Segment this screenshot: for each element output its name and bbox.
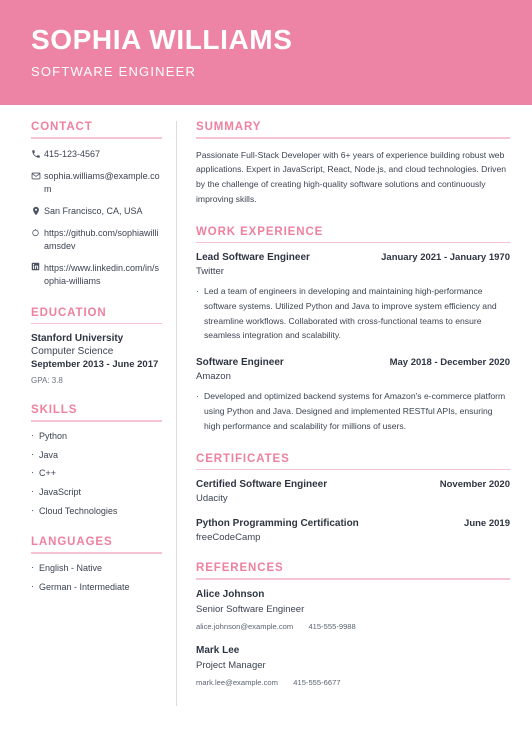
contact-item-location[interactable]: San Francisco, CA, USA: [31, 205, 162, 218]
work-entry-points: Developed and optimized backend systems …: [196, 389, 510, 433]
work-entry-company: Twitter: [196, 266, 224, 278]
work-experience-heading: WORK EXPERIENCE: [196, 225, 324, 238]
list-item: Developed and optimized backend systems …: [196, 389, 510, 433]
contact-item-email[interactable]: sophia.williams@example.com: [31, 170, 162, 196]
reference-role: Senior Software Engineer: [196, 603, 305, 615]
certificate-issuer: Udacity: [196, 493, 228, 505]
contact-item-linkedin[interactable]: https://www.linkedin.com/in/sophia-willi…: [31, 262, 162, 288]
contact-item-phone[interactable]: 415-123-4567: [31, 148, 162, 161]
list-item: Java: [31, 449, 162, 462]
reference-name: Mark Lee: [196, 644, 240, 656]
reference-phone[interactable]: 415-555-9988: [308, 622, 355, 631]
work-entry-date: May 2018 - December 2020: [389, 357, 510, 369]
education-section: EDUCATION Stanford University Computer S…: [31, 306, 162, 386]
languages-heading: LANGUAGES: [31, 536, 113, 549]
list-item: Led a team of engineers in developing an…: [196, 284, 510, 343]
certificate-date: June 2019: [464, 518, 510, 530]
reference-phone[interactable]: 415-555-6677: [293, 678, 340, 687]
work-experience-section: WORK EXPERIENCE Lead Software Engineer J…: [196, 226, 510, 434]
list-item: German - Intermediate: [31, 581, 162, 594]
list-item: Python: [31, 430, 162, 443]
github-icon: [31, 227, 44, 237]
resume-header-banner: SOPHIA WILLIAMS SOFTWARE ENGINEER: [0, 0, 532, 105]
education-dates: September 2013 - June 2017: [31, 359, 159, 371]
reference-entry: Alice Johnson Senior Software Engineer a…: [196, 589, 510, 631]
reference-email[interactable]: mark.lee@example.com: [196, 678, 278, 687]
certificate-entry-head: Certified Software Engineer November 202…: [196, 479, 510, 490]
certificate-issuer: freeCodeCamp: [196, 532, 261, 544]
references-section: REFERENCES Alice Johnson Senior Software…: [196, 562, 510, 687]
contact-linkedin-value: https://www.linkedin.com/in/sophia-willi…: [44, 262, 160, 286]
certificate-name: Python Programming Certification: [196, 518, 359, 530]
list-item: JavaScript: [31, 486, 162, 499]
resume-body: CONTACT 415-123-4567 sophia.williams@exa…: [0, 105, 532, 706]
contact-phone-value: 415-123-4567: [44, 148, 101, 159]
summary-section: SUMMARY Passionate Full-Stack Developer …: [196, 121, 510, 207]
contact-github-value: https://github.com/sophiawilliamsdev: [44, 227, 159, 251]
list-item: Cloud Technologies: [31, 505, 162, 518]
linkedin-icon: [31, 262, 44, 271]
contact-section: CONTACT 415-123-4567 sophia.williams@exa…: [31, 121, 162, 288]
certificate-entry: Certified Software Engineer November 202…: [196, 479, 510, 504]
certificates-heading: CERTIFICATES: [196, 452, 290, 465]
certificates-section: CERTIFICATES Certified Software Engineer…: [196, 452, 510, 543]
work-entry-date: January 2021 - January 1970: [381, 252, 510, 264]
candidate-job-title: SOFTWARE ENGINEER: [31, 64, 197, 80]
envelope-icon: [31, 170, 44, 181]
education-school: Stanford University: [31, 333, 124, 345]
candidate-name: SOPHIA WILLIAMS: [31, 24, 293, 56]
work-entry-head: Software Engineer May 2018 - December 20…: [196, 357, 510, 368]
contact-item-github[interactable]: https://github.com/sophiawilliamsdev: [31, 227, 162, 253]
work-entry-head: Lead Software Engineer January 2021 - Ja…: [196, 252, 510, 263]
summary-text: Passionate Full-Stack Developer with 6+ …: [196, 149, 507, 204]
contact-email-value: sophia.williams@example.com: [44, 170, 160, 194]
reference-contact: alice.johnson@example.com 415-555-9988: [196, 622, 510, 631]
certificate-entry: Python Programming Certification June 20…: [196, 518, 510, 543]
reference-entry: Mark Lee Project Manager mark.lee@exampl…: [196, 645, 510, 687]
work-entry-role: Lead Software Engineer: [196, 252, 310, 264]
work-entry: Software Engineer May 2018 - December 20…: [196, 357, 510, 433]
location-pin-icon: [31, 205, 44, 216]
contact-location-value: San Francisco, CA, USA: [44, 205, 143, 216]
references-heading: REFERENCES: [196, 562, 284, 575]
resume-page: SOPHIA WILLIAMS SOFTWARE ENGINEER CONTAC…: [0, 0, 532, 752]
education-gpa: GPA: 3.8: [31, 376, 63, 386]
work-entry-points: Led a team of engineers in developing an…: [196, 284, 510, 343]
education-heading-rule: [31, 322, 162, 325]
certificates-heading-rule: [196, 468, 510, 471]
reference-role: Project Manager: [196, 659, 266, 671]
reference-email[interactable]: alice.johnson@example.com: [196, 622, 293, 631]
phone-icon: [31, 148, 44, 159]
list-item: English - Native: [31, 562, 162, 575]
certificate-date: November 2020: [439, 479, 510, 491]
summary-heading-rule: [196, 137, 510, 139]
education-heading: EDUCATION: [31, 306, 107, 319]
work-experience-heading-rule: [196, 241, 510, 244]
skills-heading-rule: [31, 420, 162, 422]
references-heading-rule: [196, 578, 510, 580]
reference-contact: mark.lee@example.com 415-555-6677: [196, 678, 510, 687]
work-entry-role: Software Engineer: [196, 357, 284, 369]
languages-heading-rule: [31, 552, 162, 554]
summary-heading: SUMMARY: [196, 121, 262, 133]
education-degree: Computer Science: [31, 346, 114, 358]
work-entry-company: Amazon: [196, 371, 231, 383]
work-entry: Lead Software Engineer January 2021 - Ja…: [196, 252, 510, 343]
list-item: C++: [31, 467, 162, 480]
skills-section: SKILLS Python Java C++ JavaScript Cloud …: [31, 404, 162, 517]
right-column: SUMMARY Passionate Full-Stack Developer …: [177, 121, 532, 706]
skills-heading: SKILLS: [31, 404, 78, 417]
certificate-entry-head: Python Programming Certification June 20…: [196, 518, 510, 529]
contact-heading-rule: [31, 137, 162, 139]
reference-name: Alice Johnson: [196, 588, 265, 600]
languages-section: LANGUAGES English - Native German - Inte…: [31, 536, 162, 593]
contact-heading: CONTACT: [31, 121, 93, 133]
left-column: CONTACT 415-123-4567 sophia.williams@exa…: [0, 121, 176, 612]
certificate-name: Certified Software Engineer: [196, 479, 328, 491]
languages-list: English - Native German - Intermediate: [31, 562, 162, 594]
skills-list: Python Java C++ JavaScript Cloud Technol…: [31, 430, 162, 518]
